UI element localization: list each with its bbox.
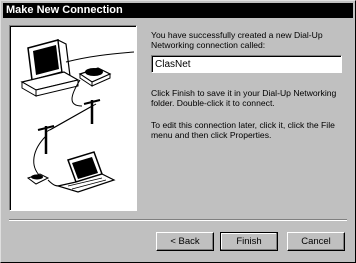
connection-name-field[interactable] (151, 55, 342, 73)
separator (9, 219, 347, 221)
connection-illustration (9, 25, 137, 211)
edit-instructions: To edit this connection later, click it,… (151, 120, 335, 140)
success-message: You have successfully created a new Dial… (151, 30, 323, 50)
finish-instructions: Click Finish to save it in your Dial-Up … (151, 88, 337, 108)
modem-icon (78, 67, 112, 87)
laptop-computer-icon (55, 151, 116, 193)
back-button[interactable]: < Back (156, 232, 214, 251)
cancel-button[interactable]: Cancel (287, 232, 345, 251)
title-bar: Make New Connection (3, 3, 353, 18)
make-new-connection-dialog: Make New Connection You have successfull… (0, 0, 356, 263)
finish-button[interactable]: Finish (220, 232, 278, 251)
desktop-computer-icon (20, 38, 80, 97)
telephone-pole-icon (37, 99, 101, 154)
